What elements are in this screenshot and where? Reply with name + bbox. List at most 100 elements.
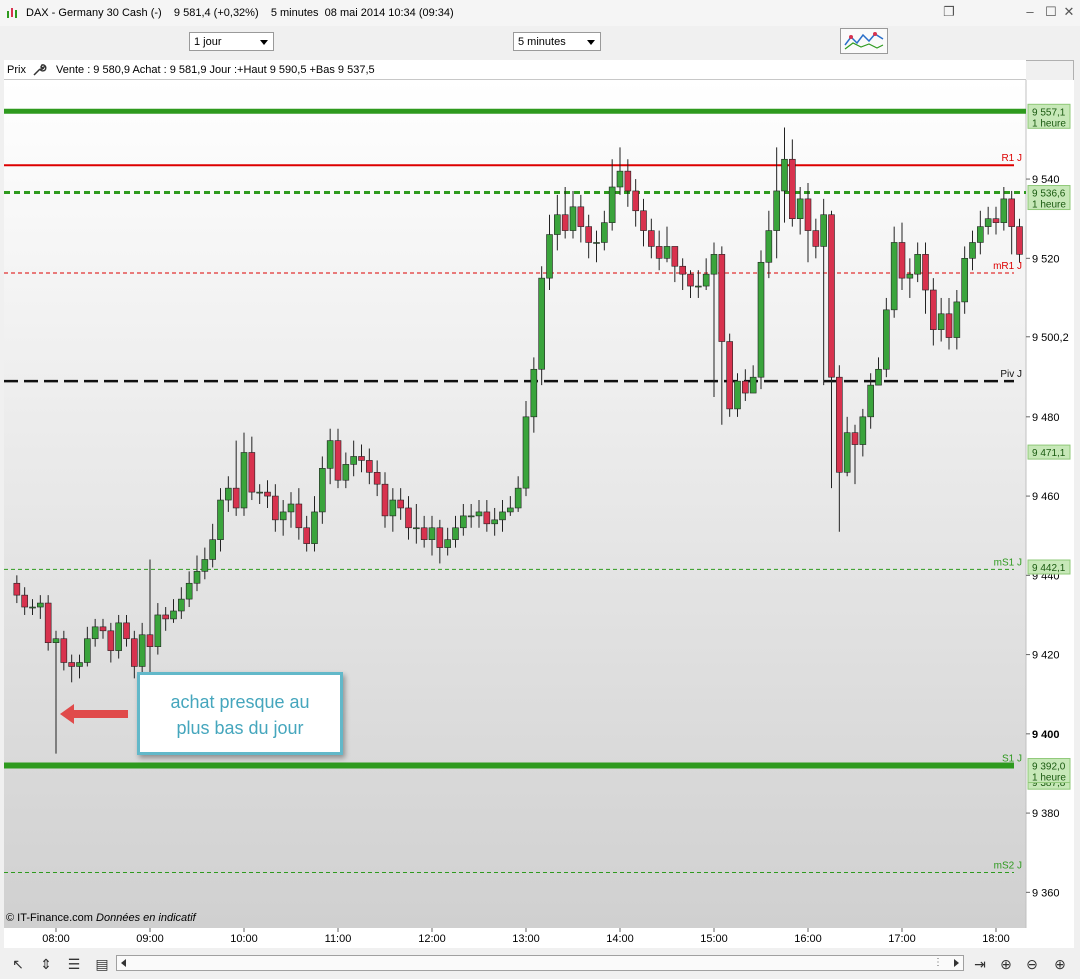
candle-body bbox=[781, 158, 788, 192]
candle-body bbox=[405, 507, 412, 529]
candle-body bbox=[170, 610, 177, 620]
y-tick-label: 9 520 bbox=[1032, 253, 1060, 265]
candle-body bbox=[608, 186, 616, 223]
list-icon[interactable]: ☰ bbox=[66, 956, 82, 972]
candle-body bbox=[499, 511, 506, 521]
candle-body bbox=[977, 226, 984, 243]
hour-level-tag-period: 1 heure bbox=[1032, 118, 1066, 129]
candle-body bbox=[585, 226, 592, 243]
zoom-window-icon[interactable]: ⊕ bbox=[998, 956, 1014, 972]
close-icon[interactable]: ✕ bbox=[1060, 4, 1078, 20]
candle-body bbox=[765, 230, 773, 263]
candle-body bbox=[812, 230, 820, 247]
candle-body bbox=[326, 440, 334, 469]
candle-body bbox=[514, 487, 522, 509]
x-tick-label: 15:00 bbox=[700, 933, 728, 945]
y-tick-label: 9 380 bbox=[1032, 808, 1060, 820]
x-tick-label: 13:00 bbox=[512, 933, 540, 945]
candle-body bbox=[930, 289, 937, 330]
candle-body bbox=[491, 519, 498, 525]
time-scrollbar[interactable]: ⋮ bbox=[116, 955, 964, 971]
candle-body bbox=[185, 582, 193, 600]
candle-body bbox=[616, 170, 624, 188]
period-select-value: 1 jour bbox=[194, 36, 222, 48]
period-select[interactable]: 1 jour bbox=[189, 32, 274, 51]
candle-body bbox=[287, 503, 295, 513]
toolbar: 1 jour 5 minutes bbox=[0, 26, 1080, 58]
restore-icon[interactable]: ❐ bbox=[940, 4, 958, 20]
copyright-disclaimer: Données en indicatif bbox=[96, 912, 196, 924]
chevron-down-icon bbox=[260, 40, 268, 45]
candle-body bbox=[460, 515, 467, 529]
price-label: Prix bbox=[7, 64, 26, 76]
candle-body bbox=[295, 503, 303, 529]
x-tick-label: 08:00 bbox=[42, 933, 70, 945]
candle-body bbox=[679, 265, 686, 275]
candle-body bbox=[334, 440, 342, 481]
y-tick-label: 9 540 bbox=[1032, 174, 1060, 186]
x-tick-label: 14:00 bbox=[606, 933, 634, 945]
scroll-grip-icon[interactable]: ⋮ bbox=[933, 957, 943, 968]
candle-body bbox=[13, 582, 21, 596]
x-tick-label: 11:00 bbox=[325, 933, 352, 945]
y-tick-label: 9 360 bbox=[1032, 887, 1060, 899]
candle-body bbox=[452, 527, 459, 540]
table-icon[interactable]: ▤ bbox=[94, 956, 110, 972]
level-label: R1 J bbox=[1001, 153, 1022, 164]
zoom-out-icon[interactable]: ⊖ bbox=[1024, 956, 1040, 972]
candle-body bbox=[546, 234, 553, 279]
candle-body bbox=[640, 210, 647, 231]
candle-body bbox=[953, 301, 961, 338]
candle-body bbox=[577, 206, 585, 227]
candle-body bbox=[381, 483, 389, 517]
zoom-fit-icon[interactable]: ⇕ bbox=[38, 956, 54, 972]
candle-body bbox=[68, 662, 75, 667]
price-chart[interactable]: R1 J mR1 J Piv J mS1 J S1 J mS2 J 9 360 9 380 9… bbox=[4, 80, 1074, 928]
y-tick-label: 9 500,2 bbox=[1032, 332, 1069, 344]
candle-body bbox=[483, 511, 491, 525]
wrench-icon[interactable] bbox=[31, 62, 47, 78]
scroll-right-icon[interactable] bbox=[954, 959, 959, 967]
candle-body bbox=[131, 638, 138, 667]
candle-body bbox=[530, 368, 538, 418]
candle-body bbox=[937, 313, 945, 330]
candle-body bbox=[843, 432, 851, 473]
candle-body bbox=[107, 630, 115, 651]
hour-level-tag-value: 9 557,1 bbox=[1032, 107, 1066, 118]
candle-body bbox=[561, 214, 569, 231]
interval-select[interactable]: 5 minutes bbox=[513, 32, 601, 51]
candle-body bbox=[820, 214, 827, 247]
annotation-line-1: achat presque au bbox=[170, 692, 310, 712]
minimize-icon[interactable]: – bbox=[1021, 4, 1039, 20]
candle-body bbox=[710, 254, 718, 275]
candle-body bbox=[272, 495, 279, 521]
zoom-in-icon[interactable]: ⊕ bbox=[1052, 956, 1068, 972]
candle-body bbox=[836, 376, 843, 473]
candle-body bbox=[99, 626, 107, 632]
candle-body bbox=[303, 527, 310, 544]
candle-body bbox=[428, 527, 436, 540]
candle-body bbox=[37, 602, 44, 608]
candle-body bbox=[76, 662, 83, 667]
candle-body bbox=[389, 499, 397, 517]
scroll-left-icon[interactable] bbox=[121, 959, 126, 967]
quote-text: Vente : 9 580,9 Achat : 9 581,9 Jour :+H… bbox=[56, 64, 375, 76]
candle-body bbox=[883, 309, 890, 370]
candle-body bbox=[522, 416, 530, 489]
candle-body bbox=[906, 273, 914, 279]
indicators-button[interactable] bbox=[840, 28, 888, 54]
scroll-end-icon[interactable]: ⇥ bbox=[972, 956, 988, 972]
hour-level-tag-value: 9 536,6 bbox=[1032, 189, 1066, 200]
candle-body bbox=[890, 242, 898, 311]
candle-body bbox=[232, 487, 240, 509]
candle-body bbox=[146, 634, 154, 647]
indicators-icon bbox=[844, 32, 884, 50]
maximize-icon[interactable]: ☐ bbox=[1042, 4, 1060, 20]
cursor-icon[interactable]: ↖ bbox=[10, 956, 26, 972]
price-tag-value: 9 442,1 bbox=[1032, 563, 1066, 574]
candle-body bbox=[984, 218, 992, 227]
x-tick-label: 16:00 bbox=[794, 933, 822, 945]
candle-body bbox=[436, 527, 444, 548]
title-bar: DAX - Germany 30 Cash (-) 9 581,4 (+0,32… bbox=[0, 0, 1080, 27]
level-label: S1 J bbox=[1002, 754, 1022, 765]
